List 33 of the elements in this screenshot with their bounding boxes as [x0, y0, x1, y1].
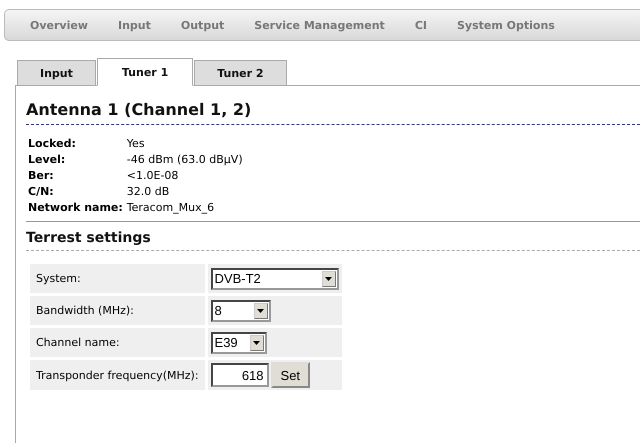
- nav-link[interactable]: Input: [102, 18, 166, 32]
- field-label: Level:: [28, 153, 66, 166]
- field-value: Teracom_Mux_6: [126, 201, 214, 214]
- input-field[interactable]: 618: [210, 363, 269, 387]
- tab[interactable]: Input: [17, 60, 96, 86]
- caret-icon: [253, 340, 260, 344]
- setting-label: Bandwidth (MHz):: [30, 296, 205, 325]
- field-value: Yes: [126, 137, 145, 150]
- setting-label: System:: [30, 264, 205, 293]
- dropdown[interactable]: DVB-T2: [210, 268, 339, 290]
- field-label: Ber:: [28, 169, 55, 182]
- field-label: Locked:: [28, 137, 77, 150]
- section-heading: Terrest settings: [26, 230, 640, 251]
- section-heading: Antenna 1 (Channel 1, 2): [26, 100, 640, 125]
- nav-link[interactable]: Service Management: [239, 18, 400, 32]
- dropdown[interactable]: 8: [210, 300, 271, 322]
- dropdown[interactable]: E39: [210, 332, 267, 354]
- nav-link[interactable]: Output: [166, 18, 240, 32]
- field-value: <1.0E-08: [126, 169, 178, 182]
- nav-link[interactable]: Overview: [15, 18, 103, 32]
- tab[interactable]: Tuner 1: [96, 58, 194, 86]
- setting-label: Channel name:: [30, 328, 205, 357]
- field-label: Network name:: [28, 201, 123, 214]
- nav-link[interactable]: CI: [400, 18, 442, 32]
- tab[interactable]: Tuner 2: [194, 60, 287, 86]
- caret-icon: [257, 308, 264, 312]
- field-value: -46 dBm (63.0 dBµV): [126, 153, 243, 166]
- caret-icon: [325, 276, 332, 280]
- setting-label: Transponder frequency(MHz):: [30, 360, 205, 390]
- nav-link[interactable]: System Options: [442, 18, 570, 32]
- field-value: 32.0 dB: [126, 185, 170, 198]
- field-label: C/N:: [28, 185, 55, 198]
- set-button[interactable]: Set: [270, 362, 310, 388]
